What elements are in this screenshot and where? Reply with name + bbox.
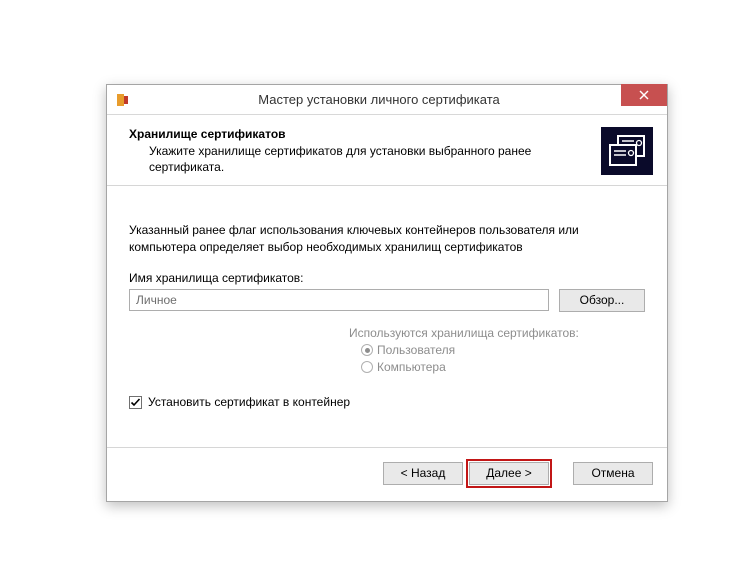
back-button[interactable]: < Назад	[383, 462, 463, 485]
checkbox-label: Установить сертификат в контейнер	[148, 395, 350, 409]
storage-name-input[interactable]: Личное	[129, 289, 549, 311]
next-button[interactable]: Далее >	[469, 462, 549, 485]
close-button[interactable]	[621, 84, 667, 106]
radio-computer-icon	[361, 361, 373, 373]
wizard-window: Мастер установки личного сертификата Хра…	[106, 84, 668, 502]
wizard-header: Хранилище сертификатов Укажите хранилище…	[107, 115, 667, 185]
header-title: Хранилище сертификатов	[129, 127, 601, 141]
wizard-body: Указанный ранее флаг использования ключе…	[107, 186, 667, 448]
radio-user-icon	[361, 344, 373, 356]
window-title: Мастер установки личного сертификата	[131, 92, 627, 107]
wizard-footer: < Назад Далее > Отмена	[107, 448, 667, 498]
radio-user: Пользователя	[361, 342, 645, 359]
header-description: Укажите хранилище сертификатов для устан…	[149, 143, 591, 175]
certificate-icon	[601, 127, 653, 175]
header-text: Хранилище сертификатов Укажите хранилище…	[121, 125, 601, 175]
storage-name-row: Личное Обзор...	[129, 289, 645, 312]
radio-computer-label: Компьютера	[377, 359, 446, 376]
radio-user-label: Пользователя	[377, 342, 455, 359]
install-in-container-checkbox[interactable]: Установить сертификат в контейнер	[129, 395, 645, 409]
browse-button[interactable]: Обзор...	[559, 289, 645, 312]
storage-type-label: Используются хранилища сертификатов:	[349, 326, 645, 340]
info-text: Указанный ранее флаг использования ключе…	[129, 222, 645, 254]
storage-type-group: Используются хранилища сертификатов: Пол…	[349, 326, 645, 376]
storage-name-label: Имя хранилища сертификатов:	[129, 271, 645, 285]
checkbox-icon	[129, 396, 142, 409]
cancel-button[interactable]: Отмена	[573, 462, 653, 485]
titlebar: Мастер установки личного сертификата	[107, 85, 667, 115]
radio-computer: Компьютера	[361, 359, 645, 376]
app-icon	[115, 92, 131, 108]
